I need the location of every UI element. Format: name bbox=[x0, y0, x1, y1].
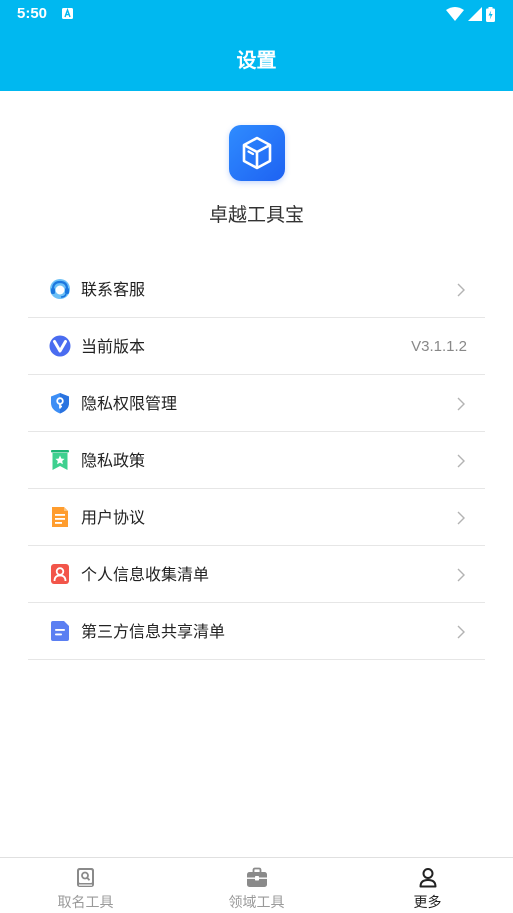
nav-tab-domain-tools[interactable]: 领域工具 bbox=[171, 858, 342, 913]
settings-menu: 联系客服 当前版本 V3.1.1.2 隐私权限管理 隐私政策 用户协议 个人信息… bbox=[28, 261, 485, 660]
menu-item-personal-info-list[interactable]: 个人信息收集清单 bbox=[28, 546, 485, 603]
person-icon bbox=[419, 868, 437, 888]
menu-item-contact-support[interactable]: 联系客服 bbox=[28, 261, 485, 318]
menu-item-label: 个人信息收集清单 bbox=[81, 565, 210, 584]
chevron-right-icon bbox=[457, 397, 465, 411]
chevron-right-icon bbox=[457, 568, 465, 582]
menu-item-privacy-policy[interactable]: 隐私政策 bbox=[28, 432, 485, 489]
chevron-right-icon bbox=[457, 283, 465, 297]
document-icon bbox=[52, 507, 68, 527]
cube-icon bbox=[242, 136, 272, 170]
page-title: 设置 bbox=[236, 48, 277, 72]
notification-a-icon bbox=[62, 8, 73, 19]
menu-item-third-party-sharing[interactable]: 第三方信息共享清单 bbox=[28, 603, 485, 660]
menu-item-label: 当前版本 bbox=[81, 337, 146, 356]
nav-tab-label: 取名工具 bbox=[57, 895, 114, 911]
menu-item-label: 用户协议 bbox=[81, 508, 146, 527]
briefcase-icon bbox=[247, 867, 267, 887]
shield-key-icon bbox=[51, 393, 69, 414]
menu-item-label: 隐私权限管理 bbox=[81, 394, 178, 413]
menu-item-current-version[interactable]: 当前版本 V3.1.1.2 bbox=[28, 318, 485, 375]
status-bar: 5:50 bbox=[0, 0, 513, 30]
version-value: V3.1.1.2 bbox=[411, 338, 467, 355]
wifi-icon bbox=[446, 7, 464, 21]
bottom-nav: 取名工具 领域工具 更多 bbox=[0, 857, 513, 913]
status-icons bbox=[446, 5, 495, 23]
nav-tab-label: 领域工具 bbox=[228, 895, 285, 911]
menu-item-label: 联系客服 bbox=[81, 280, 146, 299]
menu-item-label: 第三方信息共享清单 bbox=[81, 622, 226, 641]
nav-tab-more[interactable]: 更多 bbox=[342, 858, 513, 913]
file-lines-icon bbox=[51, 621, 69, 641]
menu-item-label: 隐私政策 bbox=[81, 451, 146, 470]
chevron-right-icon bbox=[457, 625, 465, 639]
status-time: 5:50 bbox=[17, 5, 48, 22]
app-logo bbox=[229, 125, 285, 181]
nav-tab-label: 更多 bbox=[413, 895, 442, 911]
chevron-right-icon bbox=[457, 454, 465, 468]
person-card-icon bbox=[51, 564, 69, 584]
version-icon bbox=[49, 335, 71, 357]
book-search-icon bbox=[77, 868, 94, 887]
app-bar: 设置 bbox=[0, 30, 513, 91]
signal-icon bbox=[468, 7, 482, 21]
battery-icon bbox=[486, 6, 495, 22]
bookmark-star-icon bbox=[51, 450, 69, 470]
menu-item-user-agreement[interactable]: 用户协议 bbox=[28, 489, 485, 546]
chevron-right-icon bbox=[457, 511, 465, 525]
menu-item-privacy-permissions[interactable]: 隐私权限管理 bbox=[28, 375, 485, 432]
customer-service-icon bbox=[50, 279, 70, 299]
nav-tab-naming-tools[interactable]: 取名工具 bbox=[0, 858, 171, 913]
app-name: 卓越工具宝 bbox=[208, 204, 304, 226]
